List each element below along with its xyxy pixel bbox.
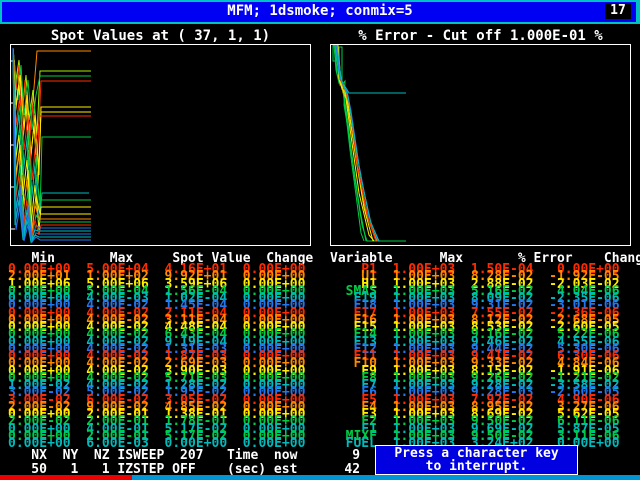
progress-done-segment xyxy=(0,475,132,480)
trace-line xyxy=(335,45,406,93)
left-plot-title: Spot Values at ( 37, 1, 1) xyxy=(10,28,311,44)
trace-line xyxy=(333,45,406,241)
right-plot-title: % Error - Cut off 1.000E-01 % xyxy=(330,28,631,44)
mfm-monitor-screen: MFM; 1dsmoke; conmix=5 17 Spot Values at… xyxy=(0,0,640,480)
trace-line xyxy=(338,45,376,241)
trace-line xyxy=(13,48,91,215)
error-table: P1 1.00E+03 1.50E-04 0.00E+00 U1 1.00E+0… xyxy=(330,263,640,453)
progress-remaining-segment xyxy=(132,475,640,480)
interrupt-line-2: to interrupt. xyxy=(376,460,577,473)
window-title: MFM; 1dsmoke; conmix=5 xyxy=(0,3,640,19)
status-line-1: NX NY NZ ISWEEP 207 Time now 9 xyxy=(0,449,360,462)
trace-line xyxy=(13,48,91,215)
titlebar: MFM; 1dsmoke; conmix=5 17 xyxy=(0,0,640,24)
interrupt-prompt[interactable]: Press a character key to interrupt. xyxy=(375,445,578,475)
spot-values-plot xyxy=(10,44,311,246)
spot-values-table: 0.00E+00 5.00E+04 4.16E+01 0.00E+002.00E… xyxy=(8,263,318,453)
page-number-badge: 17 xyxy=(605,3,631,19)
trace-line xyxy=(337,45,377,241)
sweep-progress-bar xyxy=(0,475,640,480)
percent-error-plot xyxy=(330,44,631,246)
